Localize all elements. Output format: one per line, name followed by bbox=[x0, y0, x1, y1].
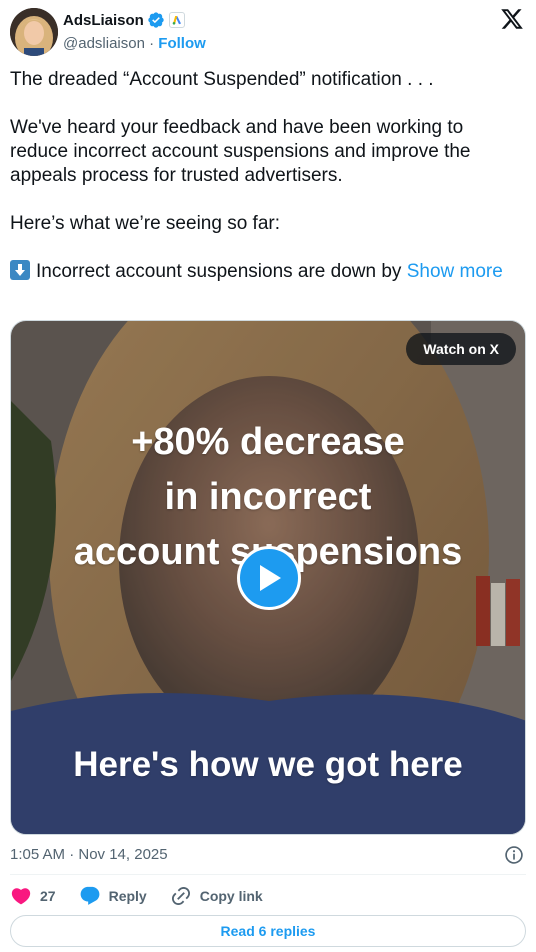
copy-link-button[interactable]: Copy link bbox=[170, 885, 263, 907]
read-replies-button[interactable]: Read 6 replies bbox=[10, 915, 526, 947]
avatar[interactable] bbox=[10, 8, 58, 56]
reply-bubble-icon bbox=[80, 886, 99, 905]
follow-link[interactable]: Follow bbox=[158, 35, 206, 52]
tweet-line-2: We've heard your feedback and have been … bbox=[10, 117, 471, 186]
watch-on-x-button[interactable]: Watch on X bbox=[406, 333, 516, 365]
timestamp[interactable]: 1:05 AM · Nov 14, 2025 bbox=[10, 846, 168, 863]
video-overlay-bottom: Here's how we got here bbox=[73, 745, 463, 784]
like-button[interactable]: 27 bbox=[10, 885, 56, 907]
action-bar: 27 Reply Copy link bbox=[10, 884, 286, 908]
handle-row: @adsliaison · Follow bbox=[63, 35, 206, 52]
info-icon[interactable] bbox=[504, 845, 524, 865]
copy-link-label: Copy link bbox=[199, 888, 263, 904]
tweet-line-1: The dreaded “Account Suspended” notifica… bbox=[10, 69, 434, 90]
reply-label: Reply bbox=[108, 888, 147, 904]
video-media[interactable]: Watch on X +80% decrease in incorrect ac… bbox=[10, 320, 526, 835]
reply-button[interactable]: Reply bbox=[79, 885, 147, 907]
divider bbox=[10, 874, 526, 875]
like-count: 27 bbox=[40, 888, 56, 904]
tweet-line-4: Incorrect account suspensions are down b… bbox=[10, 260, 510, 284]
arrow-down-emoji-icon bbox=[10, 260, 30, 280]
display-name[interactable]: AdsLiaison bbox=[63, 12, 144, 29]
separator: · bbox=[149, 35, 155, 52]
overlay-line-1: +80% decrease bbox=[131, 421, 405, 463]
play-icon bbox=[260, 565, 281, 591]
link-icon bbox=[171, 886, 190, 906]
x-logo-icon[interactable] bbox=[500, 7, 524, 31]
show-more-link[interactable]: Show more bbox=[407, 261, 503, 282]
tweet-line-3: Here’s what we’re seeing so far: bbox=[10, 213, 280, 234]
name-row: AdsLiaison bbox=[63, 11, 185, 29]
google-ads-affiliate-icon[interactable] bbox=[168, 12, 185, 28]
overlay-line-2: in incorrect bbox=[164, 476, 372, 518]
play-button[interactable] bbox=[237, 546, 301, 610]
verified-badge-icon bbox=[148, 12, 164, 28]
tweet-header: AdsLiaison @adsliaison · Follow bbox=[10, 7, 526, 57]
heart-icon bbox=[11, 888, 31, 905]
handle[interactable]: @adsliaison bbox=[63, 35, 145, 52]
tweet-line-4-text: Incorrect account suspensions are down b… bbox=[36, 261, 402, 282]
